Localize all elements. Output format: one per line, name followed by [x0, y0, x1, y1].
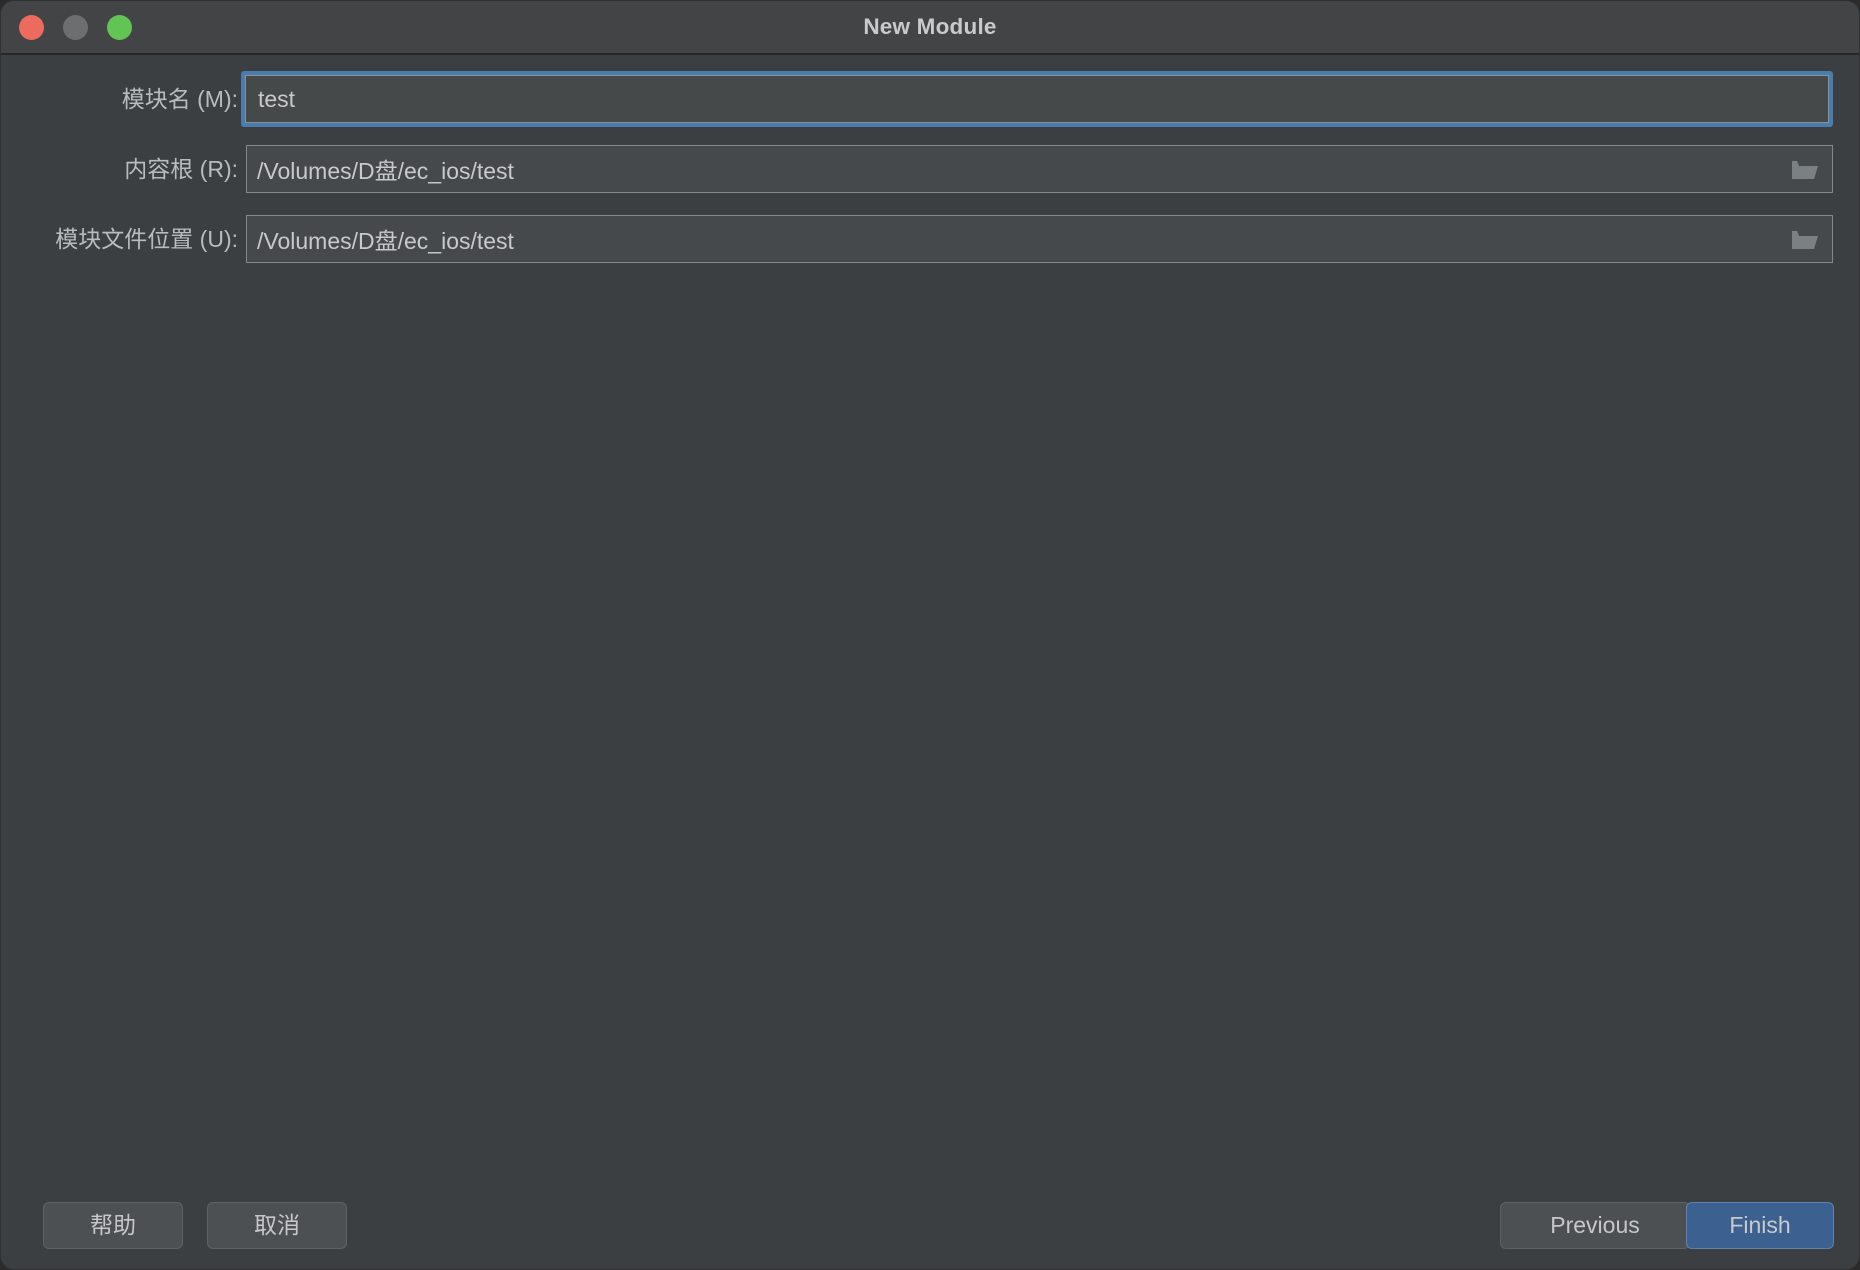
- new-module-dialog-window: New Module 模块名 (M): 内容根 (R): /Volumes/D盘…: [0, 0, 1860, 1270]
- label-content-root: 内容根 (R):: [124, 156, 238, 182]
- maximize-window-button[interactable]: [107, 15, 132, 40]
- module-name-input[interactable]: [245, 75, 1829, 123]
- label-module-name: 模块名 (M):: [121, 86, 238, 112]
- window-titlebar: New Module: [1, 1, 1859, 55]
- close-window-button[interactable]: [19, 15, 44, 40]
- minimize-window-button[interactable]: [63, 15, 88, 40]
- content-root-field[interactable]: /Volumes/D盘/ec_ios/test: [246, 145, 1833, 193]
- finish-button[interactable]: Finish: [1686, 1202, 1834, 1249]
- content-root-value[interactable]: /Volumes/D盘/ec_ios/test: [247, 152, 1778, 186]
- module-file-location-value[interactable]: /Volumes/D盘/ec_ios/test: [247, 222, 1778, 256]
- previous-button[interactable]: Previous: [1500, 1202, 1690, 1249]
- window-title: New Module: [863, 14, 997, 39]
- content-root-browse-button[interactable]: [1778, 146, 1832, 192]
- form-row-module-file-location: 模块文件位置 (U): /Volumes/D盘/ec_ios/test: [1, 215, 1859, 263]
- module-file-location-field[interactable]: /Volumes/D盘/ec_ios/test: [246, 215, 1833, 263]
- form-row-module-name: 模块名 (M):: [1, 71, 1859, 127]
- folder-icon: [1792, 230, 1818, 249]
- traffic-light-group: [19, 15, 132, 40]
- cancel-button[interactable]: 取消: [207, 1202, 347, 1249]
- help-button[interactable]: 帮助: [43, 1202, 183, 1249]
- folder-icon: [1792, 160, 1818, 179]
- dialog-button-bar: 帮助 取消 Previous Finish: [1, 1183, 1859, 1269]
- module-file-location-browse-button[interactable]: [1778, 216, 1832, 262]
- module-name-input-focus-ring: [241, 71, 1833, 127]
- form-row-content-root: 内容根 (R): /Volumes/D盘/ec_ios/test: [1, 145, 1859, 193]
- label-module-file-location: 模块文件位置 (U):: [55, 226, 238, 252]
